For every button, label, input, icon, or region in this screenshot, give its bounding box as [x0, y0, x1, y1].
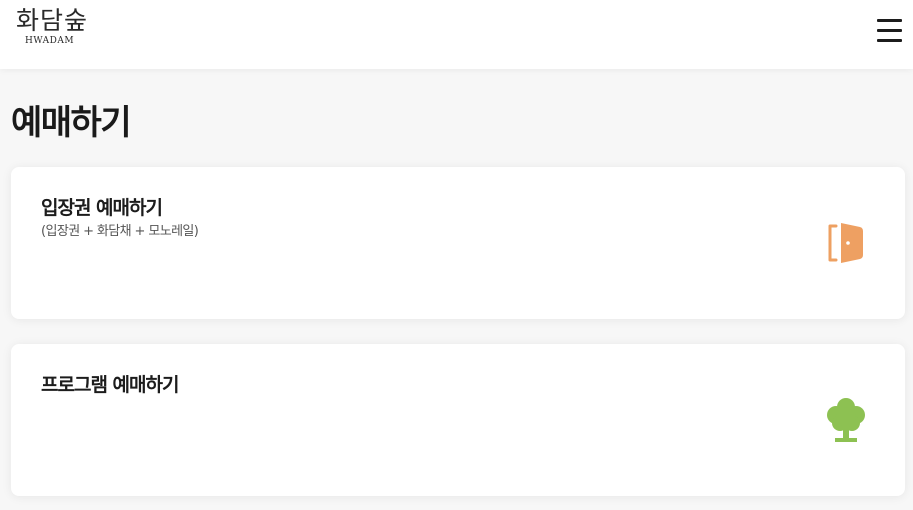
- door-icon: [828, 223, 863, 263]
- menu-bar-bottom: [877, 39, 902, 42]
- logo-english-text: HWADAM: [25, 36, 75, 46]
- site-header: 화담숲 HWADAM: [0, 0, 913, 69]
- ticket-booking-card[interactable]: 입장권 예매하기 (입장권 + 화담채 + 모노레일): [11, 167, 905, 319]
- program-booking-title: 프로그램 예매하기: [41, 374, 179, 396]
- hwadam-logo[interactable]: 화담숲 HWADAM: [16, 6, 96, 47]
- menu-bar-top: [877, 19, 902, 22]
- hamburger-menu-icon[interactable]: [872, 14, 906, 48]
- tree-icon: [827, 398, 865, 442]
- ticket-booking-title: 입장권 예매하기: [41, 197, 163, 219]
- logo-korean-text: 화담숲: [16, 6, 89, 35]
- ticket-booking-subtitle: (입장권 + 화담채 + 모노레일): [41, 224, 199, 239]
- program-booking-card[interactable]: 프로그램 예매하기: [11, 344, 905, 496]
- menu-bar-middle: [877, 29, 902, 32]
- page-title: 예매하기: [11, 103, 132, 143]
